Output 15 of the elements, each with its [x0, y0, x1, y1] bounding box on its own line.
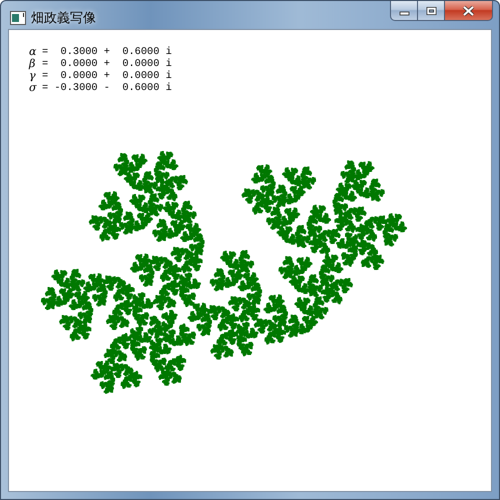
- maximize-icon: [424, 6, 438, 16]
- window-icon: [10, 11, 26, 25]
- parameter-value: = 0.3000 + 0.6000 i: [42, 46, 172, 58]
- minimize-button[interactable]: [390, 1, 418, 21]
- window-title: 畑政義写像: [31, 10, 96, 27]
- parameter-symbol: σ: [29, 82, 38, 94]
- close-button[interactable]: [445, 1, 493, 21]
- parameter-symbol: β: [29, 58, 36, 70]
- parameter-value: = -0.3000 - 0.6000 i: [42, 82, 172, 94]
- maximize-button[interactable]: [418, 1, 445, 21]
- parameter-value: = 0.0000 + 0.0000 i: [42, 58, 172, 70]
- parameter-symbol: α: [29, 46, 38, 58]
- close-icon: [461, 6, 476, 16]
- parameter-value: = 0.0000 + 0.0000 i: [42, 70, 172, 82]
- parameter-symbol: γ: [29, 70, 37, 82]
